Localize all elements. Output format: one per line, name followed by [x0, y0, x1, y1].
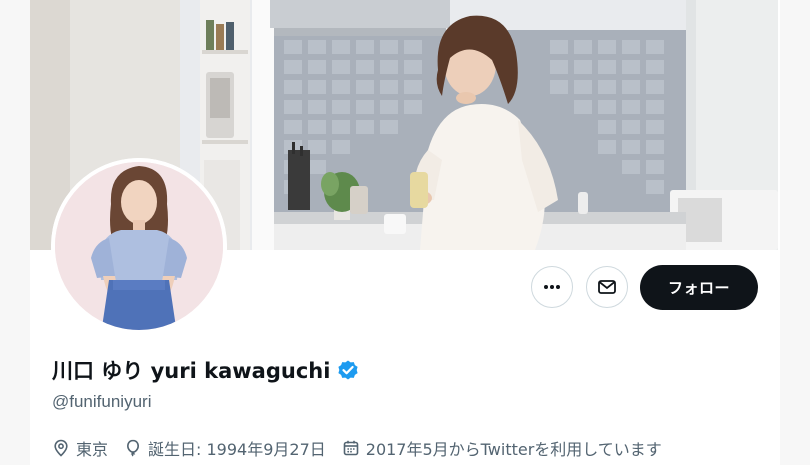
birthday-text: 誕生日: 1994年9月27日 [148, 440, 326, 459]
display-name-row: 川口 ゆり yuri kawaguchi [52, 352, 360, 388]
verified-badge-icon[interactable] [336, 358, 360, 382]
follow-button[interactable]: フォロー [640, 265, 758, 310]
right-gutter [780, 0, 810, 465]
more-button[interactable] [531, 266, 573, 308]
left-gutter [0, 0, 30, 465]
location-item: 東京 [52, 436, 108, 460]
profile-meta-row: 東京 誕生日: 1994年9月27日 2017年5月からTwitterを利用して… [52, 435, 678, 461]
joined-text: 2017年5月からTwitterを利用しています [365, 440, 662, 459]
joined-item: 2017年5月からTwitterを利用しています [342, 436, 662, 460]
profile-avatar[interactable] [51, 158, 227, 334]
message-button[interactable] [586, 266, 628, 308]
location-text: 東京 [76, 440, 109, 459]
avatar-illustration [51, 158, 227, 334]
birthday-item: 誕生日: 1994年9月27日 [124, 436, 326, 460]
display-name: 川口 ゆり yuri kawaguchi [52, 359, 331, 383]
location-pin-icon [54, 439, 68, 457]
balloon-icon [127, 439, 140, 457]
user-handle: @funifuniyuri [52, 392, 152, 411]
envelope-icon [598, 280, 616, 294]
profile-page: フォロー 川口 ゆり yuri kawaguchi @funifuniyuri … [0, 0, 810, 465]
more-horizontal-icon [544, 285, 560, 289]
calendar-icon [343, 440, 359, 456]
